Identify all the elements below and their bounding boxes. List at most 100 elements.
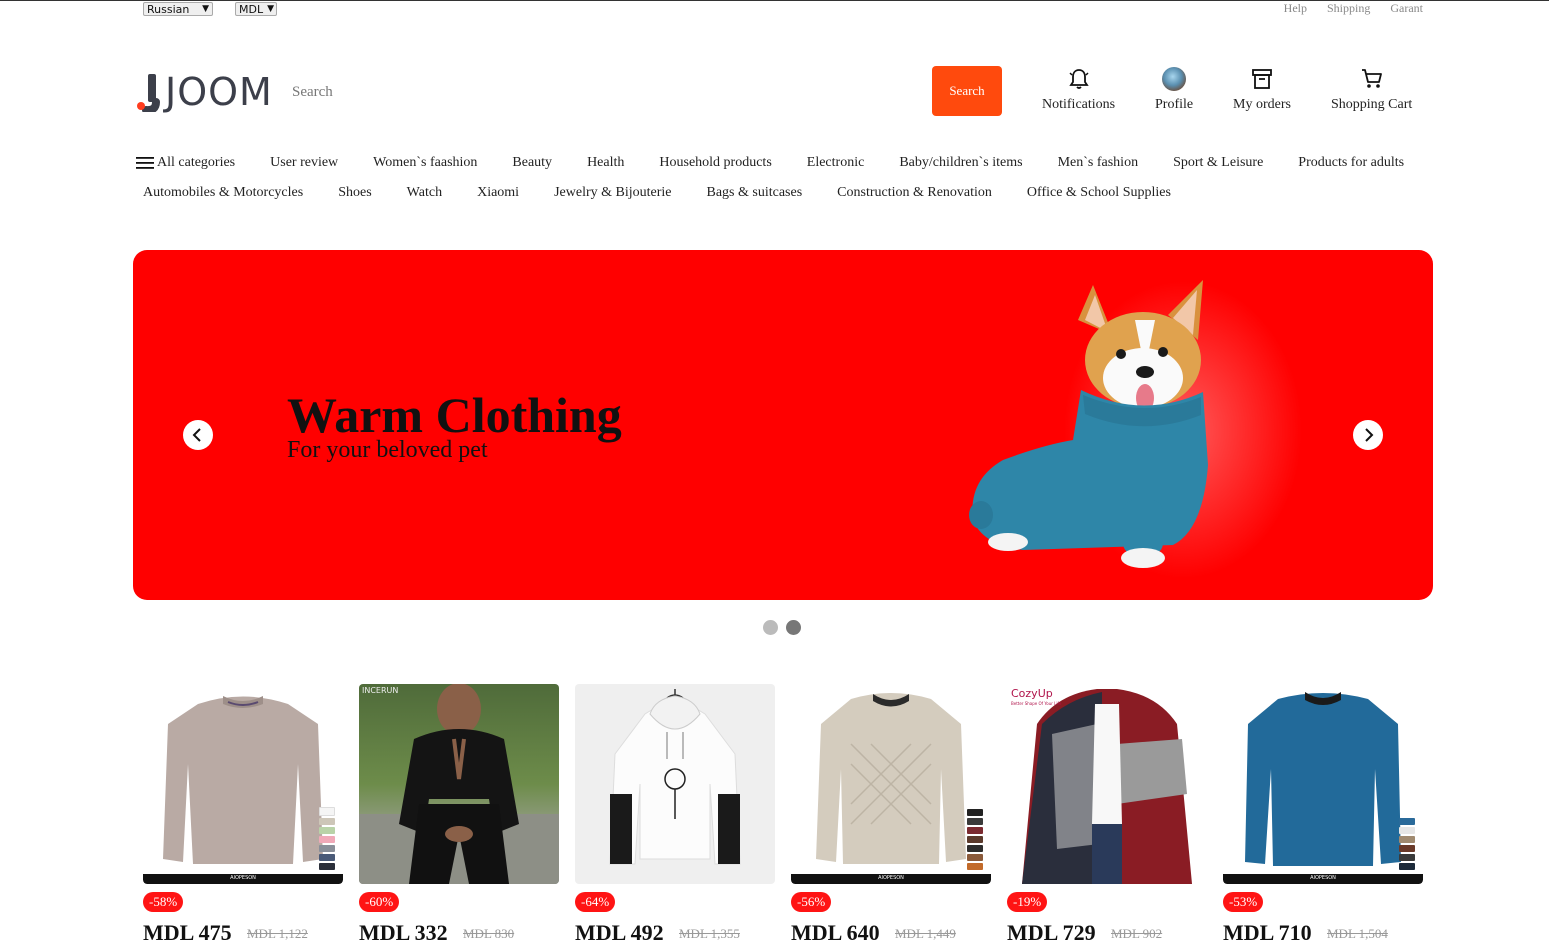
banner-next-button[interactable] [1353,420,1383,450]
category-mens-fashion[interactable]: Men`s fashion [1058,155,1139,171]
category-automobiles[interactable]: Automobiles & Motorcycles [143,185,303,201]
brand-label: INCERUN [362,686,399,695]
category-sport[interactable]: Sport & Leisure [1173,155,1263,171]
cart-icon [1361,69,1382,88]
all-categories-button[interactable]: All categories [135,155,235,171]
product-old-price: MDL 830 [463,926,515,941]
banner-subtitle: For your beloved pet [287,437,488,463]
product-card[interactable]: AIOPESON -53% MDL 710 MDL 1,504 [1223,684,1423,945]
search-button[interactable]: Search [932,66,1002,116]
category-shoes[interactable]: Shoes [338,185,371,201]
category-household[interactable]: Household products [659,155,771,171]
bell-icon [1068,69,1089,89]
product-grid: AIOPESON -58% MDL 475 MDL 1,122 INCERUN … [143,684,1423,945]
category-baby[interactable]: Baby/children`s items [899,155,1022,171]
category-beauty[interactable]: Beauty [512,155,552,171]
category-health[interactable]: Health [587,155,624,171]
chevron-left-icon [192,428,201,442]
banner-prev-button[interactable] [183,420,213,450]
discount-badge: -53% [1223,892,1264,912]
product-card[interactable]: CozyUp Better Shape Of Your Life -19% MD… [1007,684,1207,945]
category-electronic[interactable]: Electronic [807,155,865,171]
category-construction[interactable]: Construction & Renovation [837,185,992,201]
category-bags[interactable]: Bags & suitcases [707,185,803,201]
brand-label: AIOPESON [230,875,256,881]
product-price: MDL 475 [143,920,232,945]
product-old-price: MDL 902 [1111,926,1163,941]
discount-badge: -58% [143,892,184,912]
profile-button[interactable]: Profile [1155,67,1193,113]
banner-title: Warm Clothing [287,387,622,443]
category-nav: All categories User review Women`s faash… [135,148,1425,208]
category-user-review[interactable]: User review [270,155,338,171]
search-input[interactable] [290,78,894,106]
brand-bar: AIOPESON [791,874,991,884]
product-old-price: MDL 1,355 [679,926,740,941]
product-card[interactable]: AIOPESON -56% MDL 640 MDL 1,449 [791,684,991,945]
product-card[interactable]: -64% MDL 492 MDL 1,355 [575,684,775,945]
banner-dot-1[interactable] [763,620,778,635]
my-orders-label: My orders [1233,97,1291,112]
category-all: All categories [157,155,236,170]
category-womens-fashion[interactable]: Women`s faashion [373,155,477,171]
menu-icon [136,157,154,169]
language-value: Russian [147,2,190,16]
brand-tagline: Better Shape Of Your Life [1011,701,1062,706]
product-price: MDL 640 [791,920,880,945]
product-price: MDL 729 [1007,920,1096,945]
currency-select[interactable]: MDL ▼ [235,2,277,16]
notifications-button[interactable]: Notifications [1042,67,1115,113]
category-row-2: Automobiles & Motorcycles Shoes Watch Xi… [135,178,1425,208]
joom-logo[interactable]: JOOM [137,70,273,115]
product-image: INCERUN [359,684,559,884]
category-xiaomi[interactable]: Xiaomi [477,185,519,201]
color-swatches [1399,818,1415,870]
product-image [575,684,775,884]
brand-label: AIOPESON [1310,875,1336,881]
discount-badge: -60% [359,892,400,912]
discount-badge: -56% [791,892,832,912]
product-image: CozyUp Better Shape Of Your Life [1007,684,1207,884]
product-card[interactable]: AIOPESON -58% MDL 475 MDL 1,122 [143,684,343,945]
shopping-cart-button[interactable]: Shopping Cart [1331,67,1412,113]
product-price: MDL 332 [359,920,448,945]
product-old-price: MDL 1,449 [895,926,956,941]
my-orders-button[interactable]: My orders [1233,67,1291,113]
product-old-price: MDL 1,122 [247,926,308,941]
corgi-in-sweater-image [969,280,1208,568]
category-office[interactable]: Office & School Supplies [1027,185,1171,201]
category-adults[interactable]: Products for adults [1298,155,1404,171]
header: JOOM Search Notifications Profile My ord… [0,49,1549,129]
chevron-down-icon: ▼ [267,4,275,14]
archive-box-icon [1252,69,1272,89]
logo-text: JOOM [165,70,273,114]
currency-value: MDL [239,2,264,16]
discount-badge: -64% [575,892,616,912]
garant-link[interactable]: Garant [1390,1,1423,16]
top-bar: Russian ▼ MDL ▼ Help Shipping Garant [0,1,1549,19]
shipping-link[interactable]: Shipping [1327,1,1370,16]
shopping-cart-label: Shopping Cart [1331,97,1413,112]
promo-banner[interactable]: Warm Clothing For your beloved pet [133,250,1433,600]
brand-label: AIOPESON [878,875,904,881]
brand-label: CozyUp [1011,687,1053,700]
product-old-price: MDL 1,504 [1327,926,1388,941]
product-price: MDL 710 [1223,920,1312,945]
chevron-down-icon: ▼ [202,4,209,14]
banner-dot-2[interactable] [786,620,801,635]
brand-bar: AIOPESON [1223,874,1423,884]
product-image: AIOPESON [143,684,343,884]
logo-mark-icon [137,72,161,115]
product-card[interactable]: INCERUN -60% MDL 332 MDL 830 [359,684,559,945]
product-image: AIOPESON [1223,684,1423,884]
language-select[interactable]: Russian ▼ [143,2,213,16]
color-swatches [967,809,983,870]
category-jewelry[interactable]: Jewelry & Bijouterie [554,185,671,201]
category-watch[interactable]: Watch [407,185,442,201]
brand-bar: AIOPESON [143,874,343,884]
profile-label: Profile [1155,97,1194,112]
color-swatches [319,807,335,870]
help-link[interactable]: Help [1284,1,1307,16]
chevron-right-icon [1365,428,1374,442]
banner-dots [763,620,801,635]
